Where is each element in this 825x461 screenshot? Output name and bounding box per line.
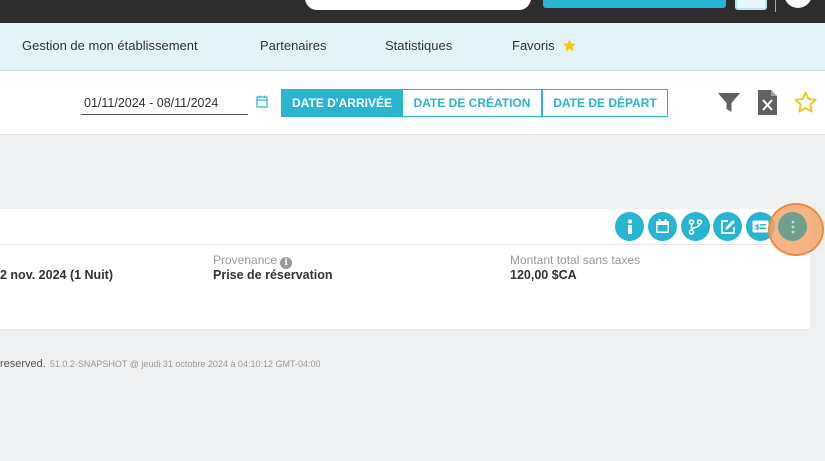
- excel-export-icon[interactable]: [758, 90, 777, 115]
- provenance-value: Prise de réservation: [213, 268, 333, 282]
- more-options-button[interactable]: [778, 212, 807, 241]
- branch-icon: [688, 218, 703, 235]
- main-nav: Gestion de mon établissement Partenaires…: [0, 23, 825, 71]
- footer-version: 51.0.2-SNAPSHOT @ jeudi 31 octobre 2024 …: [49, 359, 321, 369]
- total-label: Montant total sans taxes: [510, 253, 641, 267]
- favorite-star-icon[interactable]: [793, 90, 818, 115]
- footer: reserved. 51.0.2-SNAPSHOT @ jeudi 31 octo…: [0, 358, 321, 370]
- toggle-button[interactable]: [735, 0, 767, 10]
- branch-button[interactable]: [681, 212, 710, 241]
- primary-action-button[interactable]: [543, 0, 726, 8]
- reservation-card: 2 nov. 2024 (1 Nuit) Provenance i Prise d…: [0, 245, 810, 329]
- filter-icon[interactable]: [717, 92, 741, 114]
- info-button[interactable]: [615, 212, 644, 241]
- edit-icon: [720, 219, 735, 234]
- divider: [775, 0, 776, 12]
- info-icon: [627, 219, 632, 234]
- calendar-icon: [656, 219, 669, 233]
- nav-item-favoris[interactable]: Favoris: [512, 23, 577, 70]
- star-icon: [563, 38, 576, 51]
- top-bar: [0, 0, 825, 23]
- date-range-input[interactable]: [81, 91, 248, 115]
- date-depart-button[interactable]: Date de départ: [542, 89, 668, 117]
- payment-icon: $: [752, 220, 769, 233]
- date-arrivee-button[interactable]: Date d'arrivée: [281, 89, 403, 117]
- more-vertical-icon: [791, 220, 794, 233]
- nav-item-statistiques[interactable]: Statistiques: [385, 23, 452, 70]
- total-value: 120,00 $CA: [510, 268, 577, 282]
- date-creation-button[interactable]: Date de création: [402, 89, 542, 117]
- filter-bar: Date d'arrivée Date de création Date de …: [0, 71, 825, 135]
- nav-item-gestion[interactable]: Gestion de mon établissement: [22, 23, 198, 70]
- edit-button[interactable]: [713, 212, 742, 241]
- reservation-dates: 2 nov. 2024 (1 Nuit): [0, 268, 113, 282]
- provenance-label: Provenance i: [213, 253, 293, 269]
- nav-item-partenaires[interactable]: Partenaires: [260, 23, 326, 70]
- footer-rights: reserved.: [0, 358, 46, 370]
- global-search-input[interactable]: [305, 0, 531, 10]
- calendar-icon[interactable]: [256, 95, 268, 108]
- user-avatar[interactable]: [784, 0, 812, 8]
- calendar-button[interactable]: [648, 212, 677, 241]
- svg-text:$: $: [755, 223, 761, 232]
